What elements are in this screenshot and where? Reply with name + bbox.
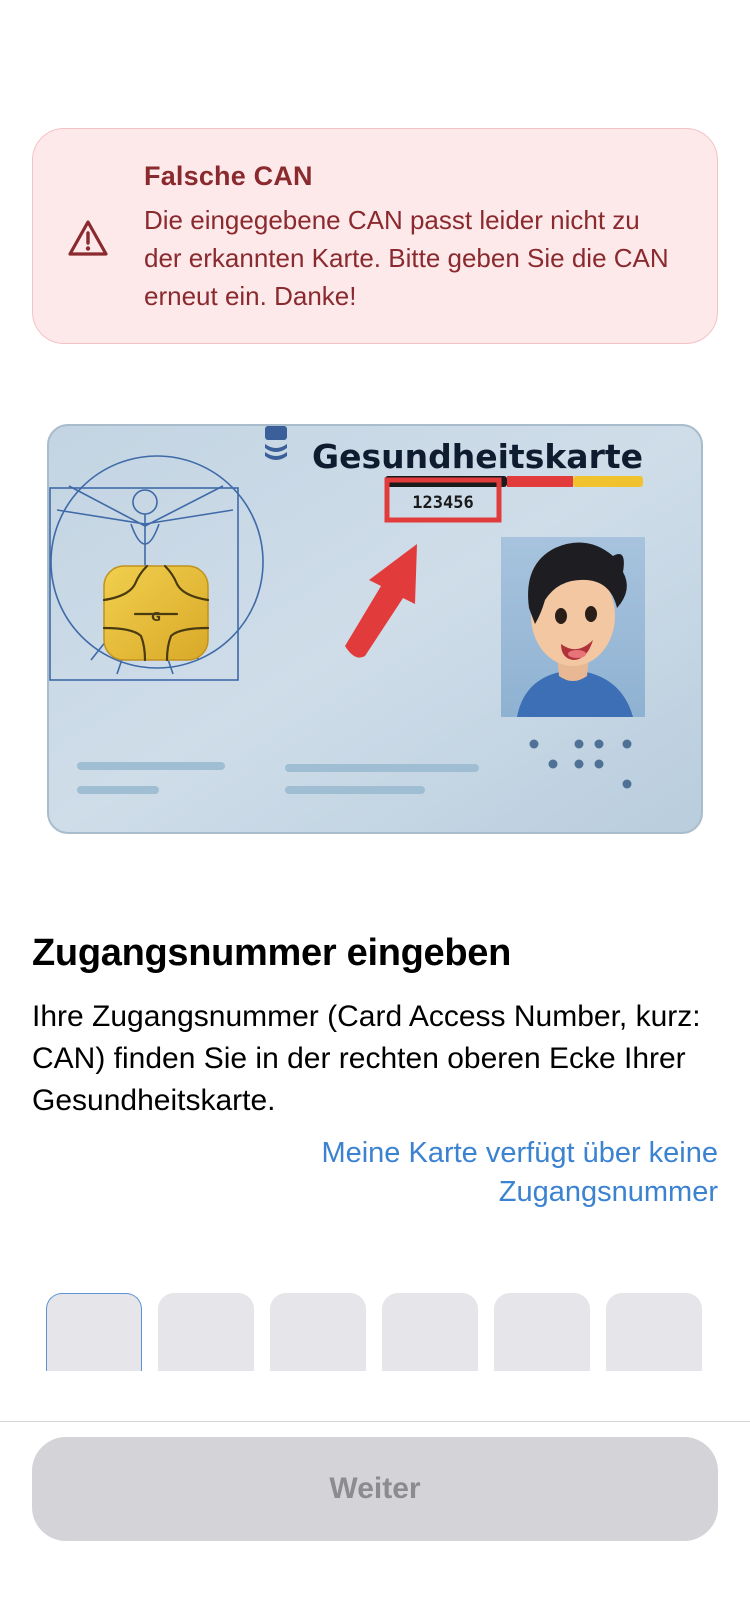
can-description: Ihre Zugangsnummer (Card Access Number, … [32, 1000, 701, 1117]
error-title: Falsche CAN [144, 161, 313, 191]
can-example: 123456 [412, 493, 473, 513]
can-digit-3[interactable] [270, 1293, 366, 1371]
can-input [46, 1293, 706, 1371]
warning-triangle-icon [68, 220, 108, 256]
continue-button[interactable]: Weiter [32, 1437, 718, 1541]
card-chip: G [102, 564, 210, 662]
error-banner: Falsche CAN Die eingegebene CAN passt le… [32, 128, 718, 344]
card-title: Gesundheitskarte [312, 437, 643, 476]
health-card-illustration: G Gesundheitskarte 123456 [47, 424, 703, 834]
can-digit-2[interactable] [158, 1293, 254, 1371]
can-digit-1[interactable] [46, 1293, 142, 1371]
can-digit-5[interactable] [494, 1293, 590, 1371]
no-can-link[interactable]: Meine Karte verfügt über keine Zugangsnu… [218, 1134, 718, 1212]
page-title: Zugangsnummer eingeben [32, 932, 512, 974]
chip-logo: G [151, 610, 161, 624]
footer-divider [0, 1421, 750, 1422]
can-digit-6[interactable] [606, 1293, 702, 1371]
can-digit-4[interactable] [382, 1293, 478, 1371]
error-message: Die eingegebene CAN passt leider nicht z… [144, 205, 669, 311]
avatar-photo [501, 537, 645, 717]
